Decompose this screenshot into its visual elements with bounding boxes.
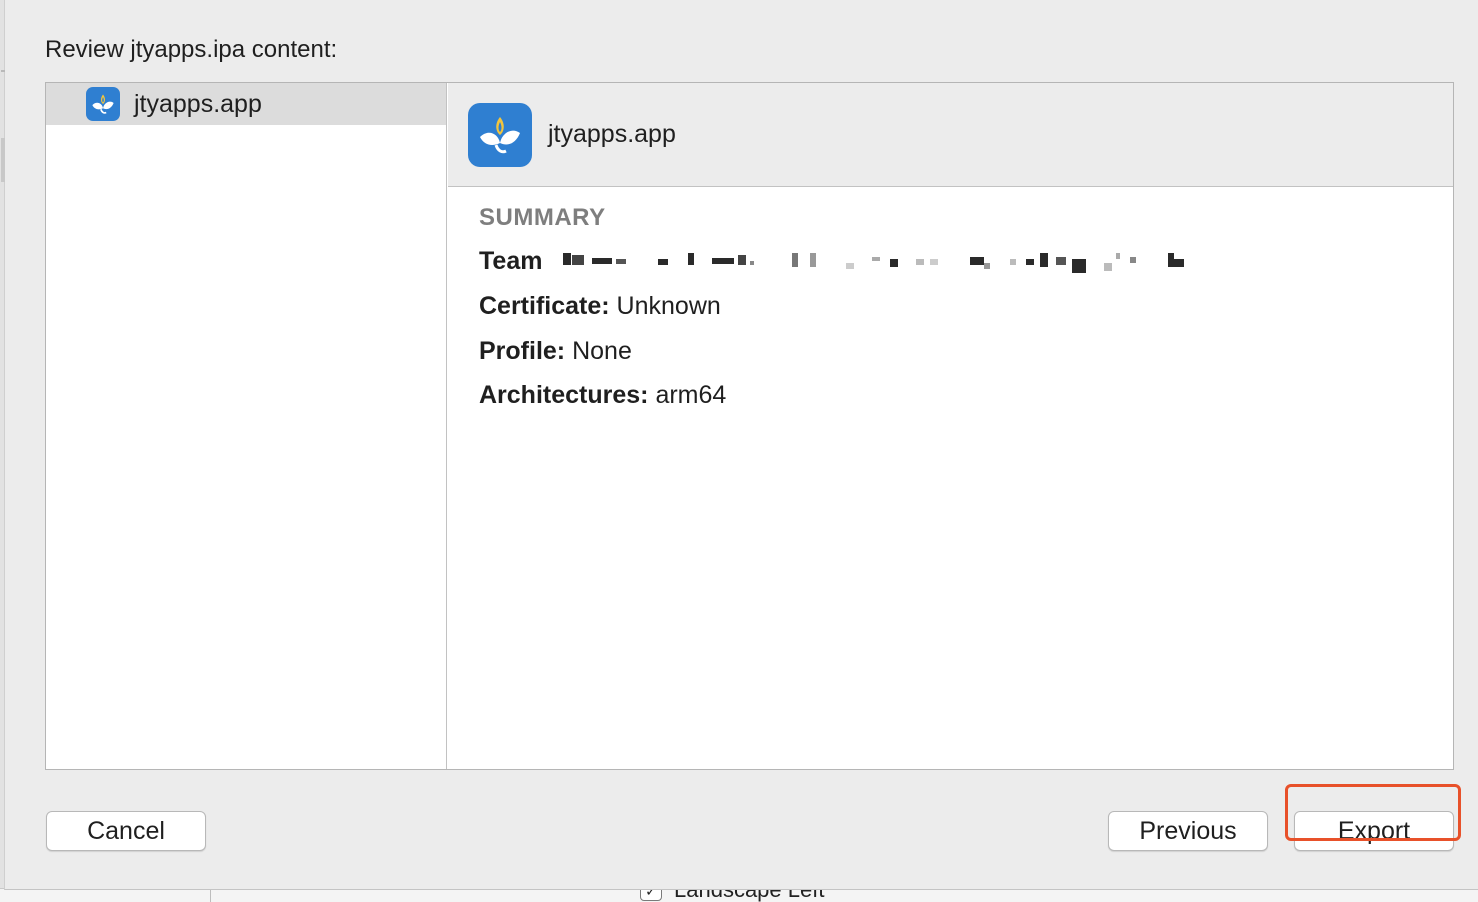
background-divider: [210, 889, 211, 902]
sheet-edge-mark: [1, 70, 5, 72]
profile-field: Profile: None: [479, 337, 632, 366]
app-list: jtyapps.app: [46, 83, 447, 769]
landscape-left-label: Landscape Left: [674, 888, 825, 902]
cancel-button[interactable]: Cancel: [46, 811, 206, 851]
background-window: ✓ Landscape Left: [0, 888, 1478, 902]
certificate-key: Certificate:: [479, 292, 610, 320]
team-field: Team: [479, 247, 542, 276]
summary-heading: SUMMARY: [479, 204, 606, 231]
architectures-key: Architectures:: [479, 381, 649, 409]
certificate-field: Certificate: Unknown: [479, 292, 721, 321]
sheet-edge-mark: [1, 138, 5, 182]
profile-value: None: [572, 337, 632, 365]
architectures-value: arm64: [655, 381, 727, 409]
team-key: Team: [479, 247, 543, 275]
app-leaf-icon: [86, 87, 120, 121]
list-item-label: jtyapps.app: [134, 89, 262, 118]
profile-key: Profile:: [479, 337, 566, 365]
detail-header: jtyapps.app: [448, 83, 1453, 187]
team-value-redacted: [560, 251, 1190, 273]
export-button[interactable]: Export: [1294, 811, 1454, 851]
architectures-field: Architectures: arm64: [479, 381, 726, 410]
app-leaf-icon: [468, 102, 532, 167]
content-browser: jtyapps.app jtyapps.app SUMMARY Team Cer…: [45, 82, 1454, 770]
export-review-sheet: Review jtyapps.ipa content: jtyapps.app: [1, 0, 1478, 890]
list-item-jtyapps-app[interactable]: jtyapps.app: [46, 83, 446, 125]
certificate-value: Unknown: [616, 292, 721, 320]
detail-pane: jtyapps.app SUMMARY Team Certificate: Un…: [448, 83, 1453, 769]
detail-title: jtyapps.app: [548, 120, 676, 148]
previous-button[interactable]: Previous: [1108, 811, 1268, 851]
dialog-heading: Review jtyapps.ipa content:: [45, 36, 338, 63]
